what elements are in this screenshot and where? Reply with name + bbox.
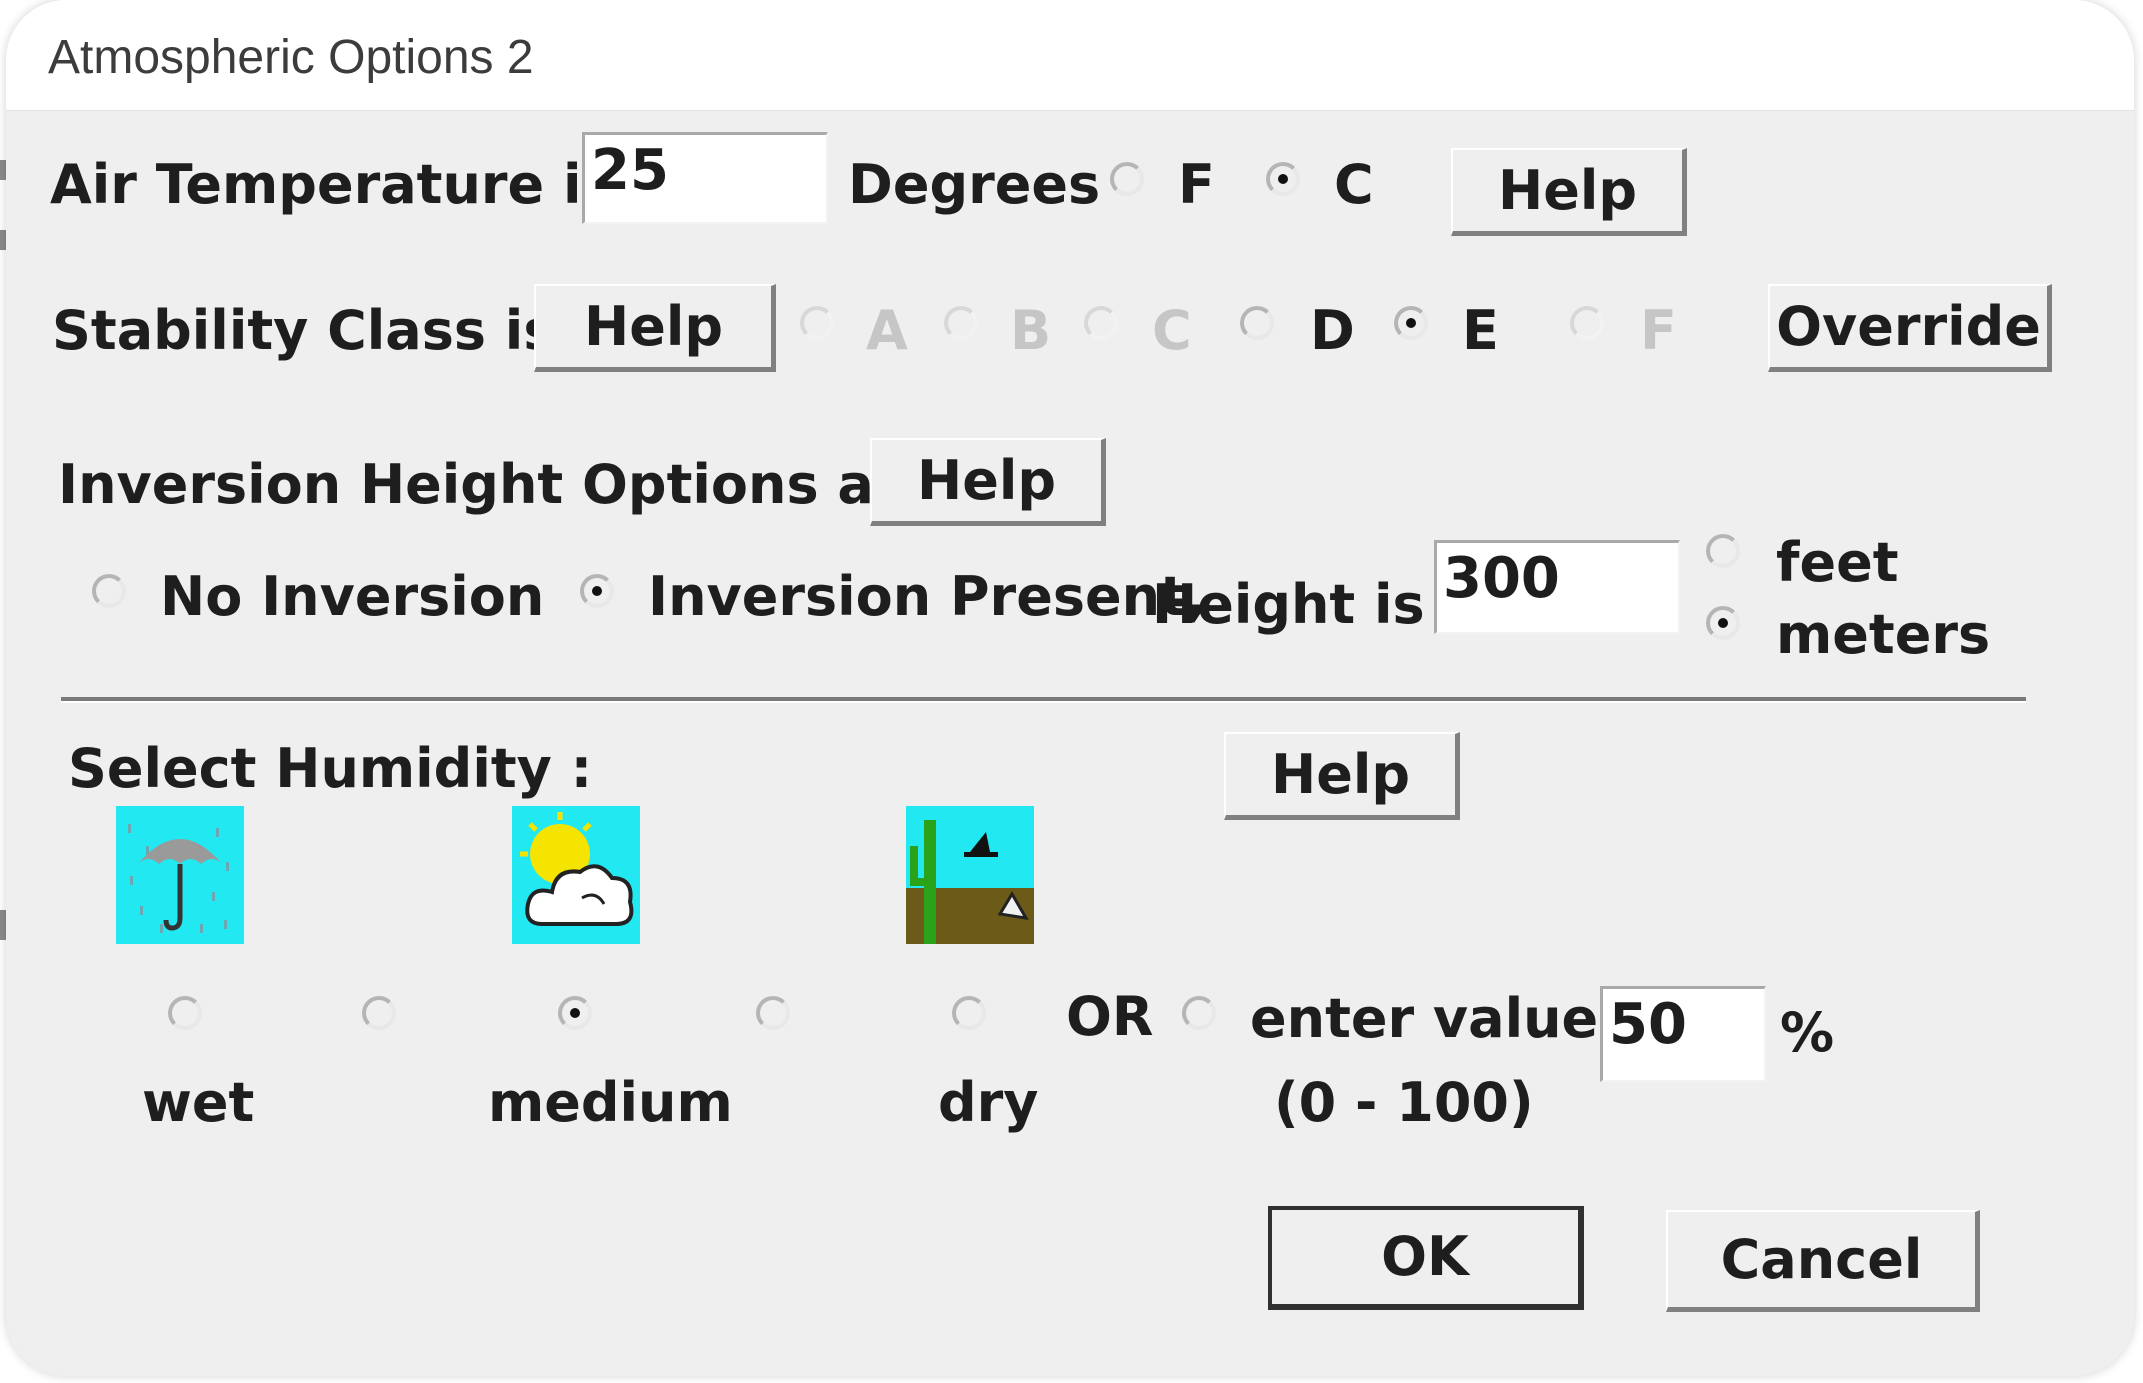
humidity-level-2-radio[interactable] [362,996,396,1030]
inversion-present-label: Inversion Present, [648,565,1207,628]
stability-b-radio[interactable] [944,306,978,340]
humidity-dry-radio[interactable] [952,996,986,1030]
humidity-dry-label: dry [938,1071,1039,1134]
humidity-medium-label: medium [488,1071,733,1134]
inversion-help-button[interactable]: Help [870,438,1106,526]
cancel-button[interactable]: Cancel [1666,1210,1980,1312]
temperature-help-button[interactable]: Help [1451,148,1687,236]
air-temperature-input[interactable]: 25 [582,132,828,224]
unit-c-label: C [1334,153,1374,216]
height-feet-radio[interactable] [1706,534,1740,568]
humidity-medium-radio[interactable] [558,996,592,1030]
height-label: Height is : [1152,573,1466,636]
title-bar: Atmospheric Options 2 [6,0,2134,111]
inversion-present-radio[interactable] [580,574,614,608]
stability-a-radio[interactable] [800,306,834,340]
stability-f-radio[interactable] [1570,306,1604,340]
humidity-level-4-radio[interactable] [756,996,790,1030]
stability-e-label: E [1462,299,1499,362]
enter-value-radio[interactable] [1182,996,1216,1030]
no-inversion-radio[interactable] [92,574,126,608]
select-humidity-label: Select Humidity : [68,737,593,800]
no-inversion-label: No Inversion [160,565,545,628]
ok-button[interactable]: OK [1268,1206,1584,1310]
height-feet-label: feet [1776,531,1899,594]
humidity-value-input[interactable]: 50 [1600,986,1766,1082]
air-temperature-label: Air Temperature is : [50,153,654,216]
stability-c-radio[interactable] [1084,306,1118,340]
stability-e-radio[interactable] [1394,306,1428,340]
override-button[interactable]: Override [1768,284,2052,372]
humidity-help-button[interactable]: Help [1224,732,1460,820]
unit-f-radio[interactable] [1110,162,1144,196]
stability-d-label: D [1310,299,1355,362]
umbrella-rain-icon [116,806,244,944]
stability-c-label: C [1152,299,1192,362]
humidity-range-label: (0 - 100) [1274,1071,1534,1134]
degrees-label: Degrees [848,153,1101,216]
humidity-wet-radio[interactable] [168,996,202,1030]
stability-a-label: A [866,299,908,362]
percent-label: % [1780,1001,1835,1064]
sun-cloud-icon [512,806,640,944]
humidity-wet-label: wet [142,1071,255,1134]
enter-value-label: enter value : [1250,987,1639,1050]
window-title: Atmospheric Options 2 [48,31,534,84]
inversion-options-label: Inversion Height Options are : [58,453,978,516]
atmospheric-options-dialog: Atmospheric Options 2 Air Temperature is… [6,0,2134,1376]
cactus-desert-icon [906,806,1034,944]
inversion-height-input[interactable]: 300 [1434,540,1680,634]
height-meters-radio[interactable] [1706,606,1740,640]
or-label: OR [1066,985,1154,1048]
unit-c-radio[interactable] [1266,162,1300,196]
stability-help-button[interactable]: Help [534,284,776,372]
stability-class-label: Stability Class is : [52,299,596,362]
stability-b-label: B [1010,299,1052,362]
stability-d-radio[interactable] [1240,306,1274,340]
section-separator [61,697,2026,703]
stability-f-label: F [1640,299,1677,362]
unit-f-label: F [1178,153,1215,216]
height-meters-label: meters [1776,603,1991,666]
